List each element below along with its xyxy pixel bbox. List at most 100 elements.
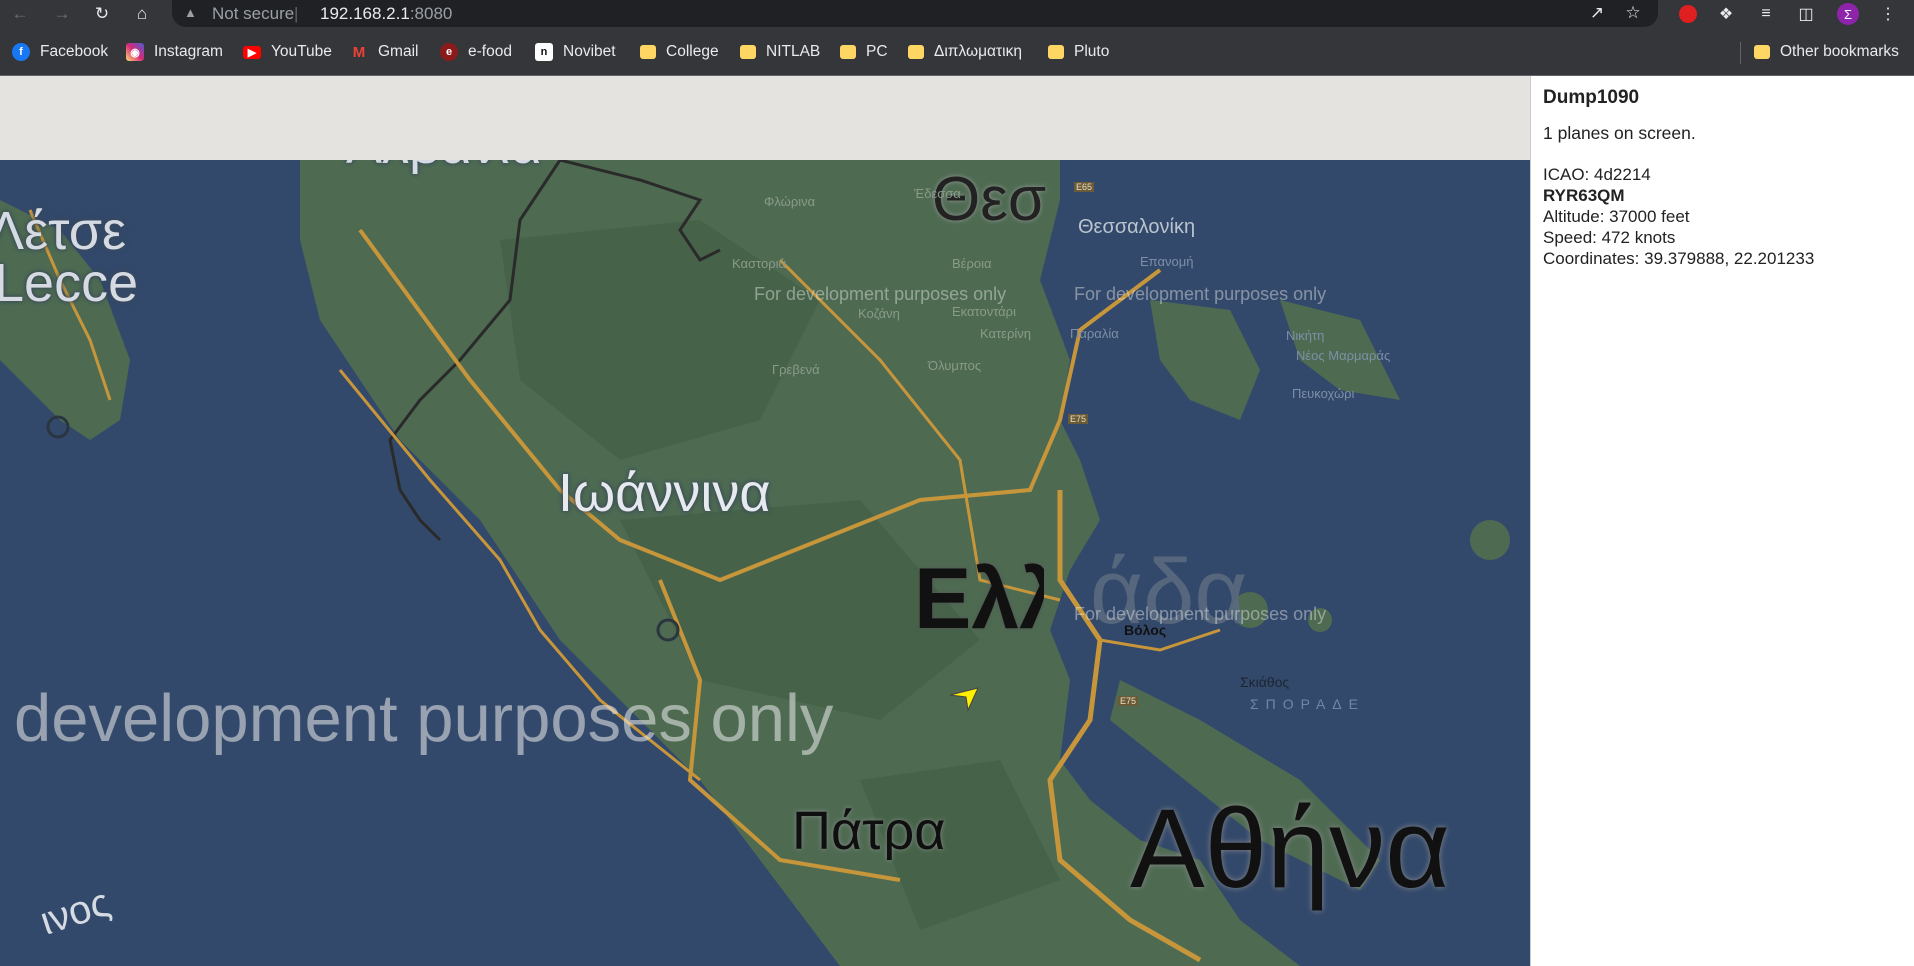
bookmark-pluto[interactable]: Pluto: [1048, 38, 1109, 66]
bookmark-label: Instagram: [154, 43, 223, 60]
bookmark-label: NITLAB: [766, 43, 821, 60]
dev-watermark-large: development purposes only: [14, 681, 834, 756]
browser-toolbar: ← → ↻ ⌂ ▲ Not secure | 192.168.2.1:8080 …: [0, 0, 1914, 28]
map-label-pefkochori: Πευκοχώρι: [1292, 386, 1355, 401]
adblock-extension-icon[interactable]: [1674, 0, 1702, 28]
bookmark-gmail[interactable]: M Gmail: [350, 38, 419, 66]
bookmark-diplomatiki[interactable]: Διπλωματικη: [908, 38, 1022, 66]
bookmark-label: PC: [866, 43, 888, 60]
bookmark-youtube[interactable]: ▶ YouTube: [243, 38, 332, 66]
map-label-veroia: Βέροια: [952, 256, 992, 271]
lecce-marker: [46, 415, 70, 439]
novibet-icon: n: [535, 43, 553, 61]
profile-initial: Σ: [1837, 3, 1859, 25]
chalkidiki-land: [1150, 300, 1260, 420]
reload-icon[interactable]: ↻: [88, 0, 116, 28]
dev-watermark: For development purposes only: [1074, 284, 1327, 304]
bookmark-pc[interactable]: PC: [840, 38, 888, 66]
browser-window: ← → ↻ ⌂ ▲ Not secure | 192.168.2.1:8080 …: [0, 0, 1914, 966]
forward-icon[interactable]: →: [48, 0, 76, 28]
media-queue-icon[interactable]: ≡: [1752, 0, 1780, 28]
bookmark-instagram[interactable]: ◉ Instagram: [126, 38, 223, 66]
extensions-puzzle-icon[interactable]: ❖: [1712, 0, 1740, 28]
aircraft-icao: ICAO: 4d2214: [1543, 165, 1651, 184]
map-label-thessaloniki: Θεσσαλονίκη: [1078, 216, 1196, 238]
map-label-edessa: Έδεσσα: [914, 186, 961, 201]
aircraft-callsign: RYR63QM: [1543, 186, 1625, 205]
back-icon[interactable]: ←: [6, 0, 34, 28]
bookmark-facebook[interactable]: f Facebook: [12, 38, 108, 66]
bookmark-label: College: [666, 43, 719, 60]
map-label-ioannina: Ιωάννινα: [558, 463, 771, 523]
menu-kebab-icon[interactable]: ⋮: [1874, 0, 1902, 28]
facebook-icon: f: [12, 43, 30, 61]
info-sidebar: Dump1090 1 planes on screen. ICAO: 4d221…: [1530, 76, 1914, 966]
folder-icon: [840, 45, 856, 59]
bookmark-label: Pluto: [1074, 43, 1110, 60]
map-label-katerini: Κατερίνη: [980, 326, 1031, 341]
map-label-skiathos: Σκιάθος: [1240, 674, 1290, 690]
bookmarks-bar: f Facebook ◉ Instagram ▶ YouTube M Gmail e e-…: [0, 28, 1914, 76]
road-badge: E65: [1074, 182, 1095, 192]
map-label-epanomi: Επανομή: [1140, 254, 1194, 269]
planes-count: 1 planes on screen.: [1543, 123, 1696, 143]
map-loading-strip: [0, 76, 1530, 160]
map-canvas[interactable]: Αλβανία Λέτσε Lecce Ιωάννινα Ελλ άδα Πάτ…: [0, 160, 1530, 966]
map-label-paralia: Παραλία: [1070, 326, 1119, 341]
separator: |: [294, 4, 299, 23]
map-label-nikiti: Νικήτη: [1286, 328, 1325, 343]
folder-icon: [1754, 45, 1770, 59]
app-title: Dump1090: [1543, 87, 1640, 108]
folder-icon: [740, 45, 756, 59]
bookmark-label: Novibet: [563, 43, 616, 60]
aircraft-coordinates: Coordinates: 39.379888, 22.201233: [1543, 249, 1815, 268]
bookmark-label: Facebook: [40, 43, 109, 60]
map-label-kozani: Κοζάνη: [858, 306, 900, 321]
address-bar[interactable]: ▲ Not secure | 192.168.2.1:8080 ↗ ☆: [172, 0, 1658, 27]
url-text[interactable]: 192.168.2.1:8080: [320, 4, 452, 24]
security-status[interactable]: Not secure: [212, 4, 294, 24]
lemnos-island: [1470, 520, 1510, 560]
aircraft-info: ICAO: 4d2214 RYR63QM Altitude: 37000 fee…: [1543, 164, 1902, 269]
map-label-ellada-right: άδα: [1090, 541, 1248, 643]
folder-icon: [640, 45, 656, 59]
bookmark-novibet[interactable]: n Novibet: [535, 38, 616, 66]
efood-icon: e: [440, 43, 458, 61]
aircraft-speed: Speed: 472 knots: [1543, 228, 1676, 247]
map-label-olympos: Όλυμπος: [928, 358, 982, 373]
page-content: Αλβανία Λέτσε Lecce Ιωάννινα Ελλ άδα Πάτ…: [0, 76, 1914, 966]
bookmark-label: YouTube: [271, 43, 332, 60]
share-icon[interactable]: ↗: [1586, 3, 1608, 25]
bookmark-other[interactable]: Other bookmarks: [1754, 38, 1899, 66]
bookmark-efood[interactable]: e e-food: [440, 38, 512, 66]
map-label-albania: Αλβανία: [346, 160, 542, 176]
folder-icon: [1048, 45, 1064, 59]
map-label-athina: Αθήνα: [1130, 786, 1451, 911]
bookmark-label: Other bookmarks: [1780, 43, 1899, 60]
instagram-icon: ◉: [126, 43, 144, 61]
profile-avatar[interactable]: Σ: [1834, 0, 1862, 28]
bookmarks-divider: [1740, 42, 1741, 64]
bookmark-college[interactable]: College: [640, 38, 719, 66]
map-label-lecce: Lecce: [0, 253, 139, 313]
dev-watermark: For development purposes only: [1074, 604, 1327, 624]
map-label-grevena: Γρεβενά: [772, 362, 820, 377]
road-badge: E75: [1118, 696, 1139, 706]
map-label-ellada-left: Ελλ: [914, 551, 1044, 647]
url-host: 192.168.2.1: [320, 4, 410, 23]
bookmark-nitlab[interactable]: NITLAB: [740, 38, 820, 66]
aircraft-altitude: Altitude: 37000 feet: [1543, 207, 1690, 226]
warning-icon[interactable]: ▲: [184, 5, 200, 21]
home-icon[interactable]: ⌂: [128, 0, 156, 28]
map-label-ekatontari: Εκατοντάρι: [952, 304, 1016, 319]
bookmark-star-icon[interactable]: ☆: [1622, 3, 1644, 25]
bookmark-label: Διπλωματικη: [934, 43, 1022, 60]
folder-icon: [908, 45, 924, 59]
gmail-icon: M: [352, 43, 366, 61]
side-panel-icon[interactable]: ◫: [1792, 0, 1820, 28]
bookmark-label: e-food: [468, 43, 512, 60]
map-label-sporades: ΣΠΟΡΑΔΕ: [1250, 696, 1365, 712]
url-port: :8080: [409, 4, 453, 23]
youtube-icon: ▶: [243, 45, 261, 59]
map-label-patra: Πάτρα: [792, 801, 946, 861]
